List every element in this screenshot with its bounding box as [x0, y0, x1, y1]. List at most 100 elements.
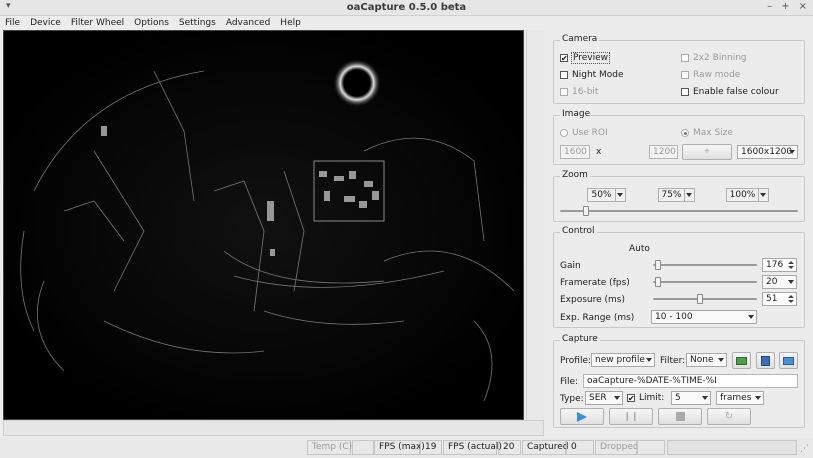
- menu-options[interactable]: Options: [129, 16, 174, 30]
- framerate-select[interactable]: 20: [762, 275, 797, 289]
- gain-label: Gain: [560, 261, 581, 271]
- captured-value: 0: [566, 440, 594, 455]
- size-grip-icon[interactable]: ⋰: [800, 444, 809, 454]
- start-capture-button[interactable]: [560, 408, 604, 425]
- resolution-select[interactable]: 1600x1200: [737, 145, 798, 159]
- image-group-title: Image: [560, 109, 593, 119]
- zoom-75-button[interactable]: 75%: [658, 188, 695, 202]
- exp-range-label: Exp. Range (ms): [560, 313, 635, 323]
- exposure-spinbox[interactable]: 51: [762, 292, 797, 306]
- gain-spinbox[interactable]: 176: [762, 258, 797, 272]
- auto-label: Auto: [629, 244, 650, 254]
- preview-image: [4, 31, 523, 419]
- roi-apply-button[interactable]: ⌖: [682, 144, 732, 160]
- fps-max-label: FPS (max): [374, 440, 425, 455]
- preview-vertical-scrollbar[interactable]: [526, 30, 544, 420]
- zoom-50-button[interactable]: 50%: [587, 188, 626, 202]
- roi-width-input[interactable]: 1600: [560, 145, 590, 159]
- temp-label: Temp (C): [307, 440, 352, 455]
- exposure-slider-handle[interactable]: [697, 294, 703, 304]
- control-group-title: Control: [560, 226, 597, 236]
- chevron-down-icon[interactable]: [684, 189, 693, 201]
- pause-capture-button[interactable]: ❙❙: [609, 408, 653, 425]
- new-folder-button[interactable]: [732, 352, 751, 369]
- preview-horizontal-scrollbar[interactable]: [3, 420, 544, 436]
- 16bit-checkbox[interactable]: 16-bit: [560, 87, 598, 97]
- minimize-icon[interactable]: –: [767, 1, 772, 12]
- exposure-label: Exposure (ms): [560, 295, 626, 305]
- chevron-down-icon: [718, 358, 724, 362]
- stop-capture-button[interactable]: [658, 408, 702, 425]
- spin-up-icon[interactable]: [788, 261, 794, 264]
- zoom-group-title: Zoom: [560, 170, 590, 180]
- menu-help[interactable]: Help: [275, 16, 306, 30]
- profile-select[interactable]: new profile: [591, 353, 655, 367]
- framerate-slider-handle[interactable]: [655, 277, 661, 287]
- autorun-button[interactable]: ↻: [707, 408, 751, 425]
- chevron-down-icon: [788, 280, 794, 284]
- roi-height-input[interactable]: 1200: [649, 145, 678, 159]
- exp-range-select[interactable]: 10 - 100: [651, 310, 757, 324]
- chevron-down-icon[interactable]: [758, 189, 767, 201]
- use-roi-radio[interactable]: Use ROI: [560, 128, 608, 138]
- false-colour-checkbox[interactable]: Enable false colour: [681, 87, 779, 97]
- close-icon[interactable]: ×: [799, 1, 807, 12]
- menu-bar: File Device Filter Wheel Options Setting…: [0, 16, 813, 30]
- stop-icon: [675, 412, 685, 421]
- night-mode-checkbox[interactable]: Night Mode: [560, 70, 624, 80]
- zoom-slider[interactable]: [560, 206, 798, 216]
- menu-advanced[interactable]: Advanced: [221, 16, 275, 30]
- file-type-select[interactable]: SER: [585, 391, 623, 405]
- menu-file[interactable]: File: [0, 16, 25, 30]
- spin-down-icon[interactable]: [788, 266, 794, 269]
- title-bar: ▾ oaCapture 0.5.0 beta – + ×: [0, 0, 813, 16]
- framerate-label: Framerate (fps): [560, 278, 630, 288]
- chevron-down-icon[interactable]: [615, 189, 624, 201]
- crosshair-icon: ⌖: [704, 147, 710, 157]
- raw-mode-checkbox[interactable]: Raw mode: [681, 70, 740, 80]
- capture-group-title: Capture: [560, 334, 600, 344]
- zoom-group: Zoom 50% 75% 100%: [553, 170, 805, 222]
- limit-checkbox[interactable]: ✔ Limit:: [627, 393, 664, 403]
- zoom-slider-handle[interactable]: [583, 206, 589, 216]
- capture-progress-bar: [667, 440, 797, 455]
- open-folder-button[interactable]: [779, 352, 798, 369]
- file-name-input[interactable]: oaCapture-%DATE-%TIME-%I: [583, 374, 798, 388]
- spin-up-icon[interactable]: [788, 295, 794, 298]
- pause-icon: ❙❙: [623, 411, 639, 422]
- save-settings-button[interactable]: [756, 352, 775, 369]
- gain-slider[interactable]: [653, 260, 757, 270]
- image-group: Image Use ROI Max Size 1600 x 1200 ⌖ 160…: [553, 109, 805, 165]
- limit-value-select[interactable]: 5: [671, 391, 711, 405]
- framerate-slider[interactable]: [653, 277, 757, 287]
- zoom-100-button[interactable]: 100%: [726, 188, 769, 202]
- menu-filter-wheel[interactable]: Filter Wheel: [66, 16, 129, 30]
- spin-down-icon[interactable]: [788, 300, 794, 303]
- filter-label: Filter:: [660, 356, 686, 366]
- filter-select[interactable]: None: [686, 353, 727, 367]
- maximize-icon[interactable]: +: [781, 1, 789, 12]
- window-title: oaCapture 0.5.0 beta: [346, 2, 467, 13]
- menu-device[interactable]: Device: [25, 16, 66, 30]
- binning-checkbox[interactable]: 2x2 Binning: [681, 53, 747, 63]
- camera-preview[interactable]: [3, 30, 524, 420]
- status-bar: Temp (C) FPS (max) 19 FPS (actual) 20 Ca…: [0, 438, 813, 458]
- temp-value: [352, 440, 374, 455]
- menu-settings[interactable]: Settings: [174, 16, 221, 30]
- limit-unit-select[interactable]: frames: [716, 391, 764, 405]
- preview-checkbox[interactable]: ✔ Preview: [560, 52, 611, 64]
- max-size-radio[interactable]: Max Size: [681, 128, 733, 138]
- limit-check-icon: ✔: [627, 394, 635, 403]
- type-label: Type:: [560, 394, 584, 404]
- preview-check-icon: ✔: [560, 54, 568, 63]
- fps-max-value: 19: [420, 440, 442, 455]
- chevron-down-icon: [646, 358, 652, 362]
- camera-group: Camera ✔ Preview Night Mode 16-bit 2x2 Bi…: [553, 34, 805, 104]
- captured-label: Captured: [522, 440, 569, 455]
- profile-label: Profile:: [560, 356, 592, 366]
- chevron-down-icon: [614, 396, 620, 400]
- camera-group-title: Camera: [560, 34, 600, 44]
- chevron-down-icon: [748, 315, 754, 319]
- gain-slider-handle[interactable]: [655, 260, 661, 270]
- exposure-slider[interactable]: [653, 294, 757, 304]
